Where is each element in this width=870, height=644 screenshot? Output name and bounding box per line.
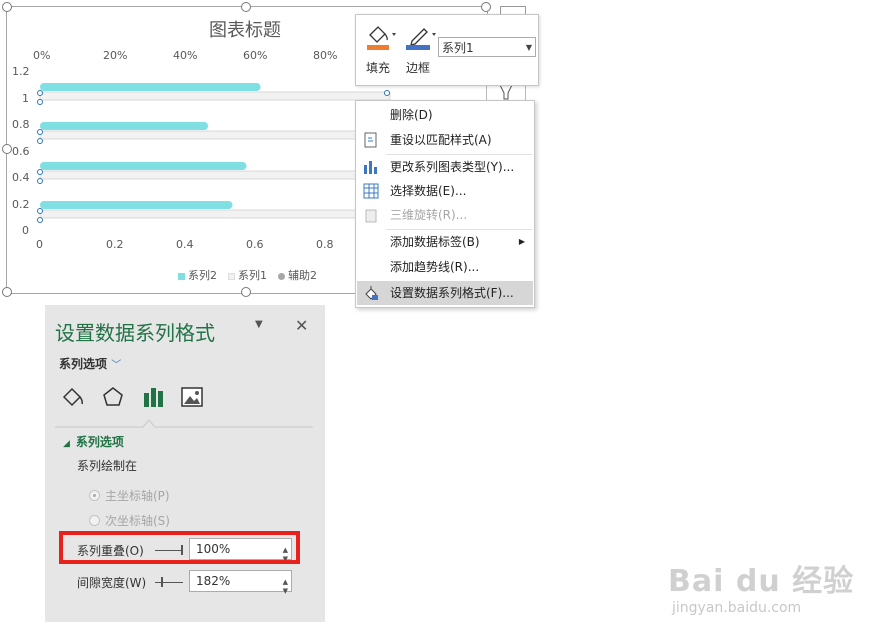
selection-handle[interactable] bbox=[37, 129, 43, 135]
chevron-right-icon: ▶ bbox=[518, 237, 525, 246]
series-dropdown[interactable]: 系列1 ▼ bbox=[438, 37, 536, 57]
section-series-options[interactable]: ◢ 系列选项 bbox=[63, 433, 124, 450]
pen-icon bbox=[406, 28, 436, 50]
paint-bucket-icon bbox=[367, 26, 396, 50]
plot-on-label: 系列绘制在 bbox=[77, 459, 138, 473]
chart-plot[interactable] bbox=[0, 0, 400, 240]
gap-width-slider[interactable] bbox=[155, 582, 183, 583]
gap-width-label: 间隙宽度(W) bbox=[77, 576, 147, 590]
format-series-pane: 设置数据系列格式 ▼ ✕ 系列选项 ﹀ ◢ 系列选项 系列绘制在 主坐标轴(P) … bbox=[45, 305, 325, 622]
bar-series1[interactable] bbox=[39, 209, 391, 219]
selection-handle[interactable] bbox=[37, 99, 43, 105]
reset-style-icon bbox=[364, 132, 377, 148]
legend-item-series2[interactable]: 系列2 bbox=[178, 267, 217, 283]
selection-handle[interactable] bbox=[384, 90, 390, 96]
rotate-3d-icon bbox=[365, 209, 377, 223]
menu-item-3d-rotation: 三维旋转(R)... bbox=[357, 203, 533, 227]
border-button[interactable]: 边框 bbox=[398, 21, 438, 79]
selection-handle[interactable] bbox=[37, 217, 43, 223]
fill-label: 填充 bbox=[365, 61, 390, 75]
image-icon[interactable] bbox=[180, 385, 204, 409]
chart-type-icon bbox=[364, 161, 377, 174]
select-data-icon bbox=[363, 183, 379, 199]
gap-width-spinner[interactable]: 182% ▲ ▼ bbox=[189, 570, 292, 595]
selection-handle[interactable] bbox=[37, 169, 43, 175]
selection-handle[interactable] bbox=[37, 178, 43, 184]
primary-axis-label: 主坐标轴(P) bbox=[105, 489, 170, 503]
bar-series1[interactable] bbox=[39, 91, 391, 101]
context-menu: 删除(D) 重设以匹配样式(A) 更改系列图表类型(Y)... 选择数据(E).… bbox=[355, 100, 535, 308]
resize-handle[interactable] bbox=[481, 2, 491, 12]
selection-handle[interactable] bbox=[37, 90, 43, 96]
watermark-url: jingyan.baidu.com bbox=[672, 600, 802, 616]
series-options-dropdown[interactable]: 系列选项 ﹀ bbox=[59, 355, 121, 372]
secondary-axis-label: 次坐标轴(S) bbox=[105, 514, 170, 528]
border-label: 边框 bbox=[405, 61, 430, 75]
legend-swatch bbox=[178, 272, 185, 280]
menu-item-select-data[interactable]: 选择数据(E)... bbox=[357, 179, 533, 203]
fill-line-icon[interactable] bbox=[60, 385, 84, 409]
tab-indicator bbox=[55, 419, 313, 428]
bar-series1[interactable] bbox=[39, 130, 391, 140]
bar-series1[interactable] bbox=[39, 170, 391, 180]
series-options-icon[interactable] bbox=[141, 385, 165, 409]
menu-item-reset-style[interactable]: 重设以匹配样式(A) bbox=[357, 128, 533, 152]
primary-axis-radio bbox=[89, 490, 100, 501]
fill-button[interactable]: 填充 bbox=[358, 21, 398, 79]
chevron-down-icon: ▼ bbox=[525, 43, 532, 52]
menu-item-add-trendline[interactable]: 添加趋势线(R)... bbox=[357, 255, 533, 279]
legend-item-helper2[interactable]: 辅助2 bbox=[278, 267, 317, 283]
selection-handle[interactable] bbox=[37, 138, 43, 144]
spin-down-icon[interactable]: ▼ bbox=[283, 581, 288, 601]
legend-swatch bbox=[278, 272, 285, 280]
pane-title: 设置数据系列格式 bbox=[55, 321, 215, 345]
menu-item-format-series[interactable]: 设置数据系列格式(F)... bbox=[357, 281, 533, 305]
menu-item-change-chart-type[interactable]: 更改系列图表类型(Y)... bbox=[357, 155, 533, 179]
bar-series2[interactable] bbox=[40, 83, 261, 91]
collapse-triangle-icon: ◢ bbox=[63, 439, 70, 449]
secondary-axis-radio bbox=[89, 515, 100, 526]
bar-series2[interactable] bbox=[40, 162, 247, 170]
close-icon[interactable]: ✕ bbox=[295, 316, 308, 335]
watermark: Bai du 经验 jingyan.baidu.com bbox=[668, 556, 858, 626]
effects-icon[interactable] bbox=[101, 385, 125, 409]
legend-swatch bbox=[228, 272, 235, 280]
pane-options-chevron-icon[interactable]: ▼ bbox=[255, 319, 263, 330]
radio-dot bbox=[93, 494, 96, 497]
legend-item-series1[interactable]: 系列1 bbox=[228, 267, 267, 283]
chevron-down-icon: ﹀ bbox=[111, 360, 122, 371]
bar-series2[interactable] bbox=[40, 201, 233, 209]
annotation-highlight bbox=[59, 531, 300, 564]
bar-series2[interactable] bbox=[40, 122, 208, 130]
gap-width-slider-thumb[interactable] bbox=[161, 577, 163, 587]
menu-item-add-data-labels[interactable]: 添加数据标签(B) ▶ bbox=[357, 230, 533, 254]
mini-toolbar: 填充 边框 系列1 ▼ bbox=[355, 14, 539, 86]
menu-item-delete[interactable]: 删除(D) bbox=[357, 103, 533, 127]
selection-handle[interactable] bbox=[37, 208, 43, 214]
resize-handle[interactable] bbox=[2, 287, 12, 297]
watermark-logo: Bai du 经验 bbox=[668, 564, 855, 599]
format-series-icon bbox=[365, 286, 378, 300]
resize-handle[interactable] bbox=[241, 287, 251, 297]
